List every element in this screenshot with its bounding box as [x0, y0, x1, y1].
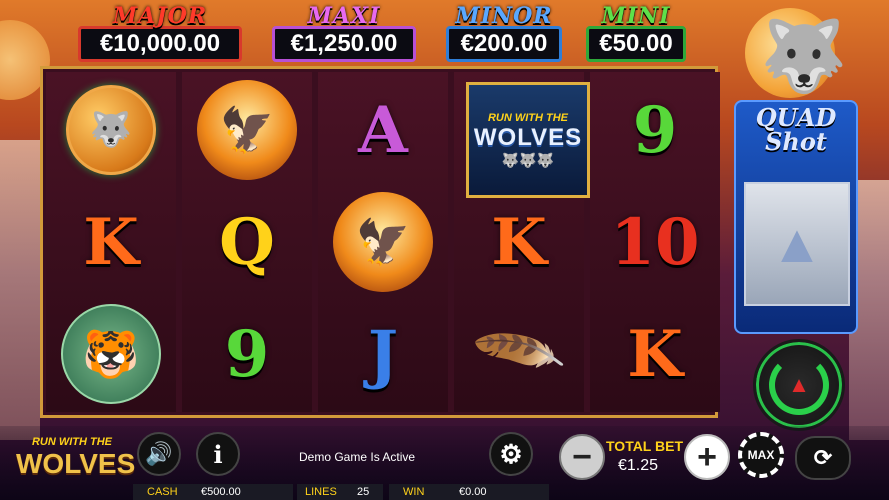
howling-wolf-icon: 🐺 — [760, 17, 848, 95]
ainsworth-logo-icon: ▲ — [770, 214, 824, 274]
symbol-king: K — [56, 190, 166, 294]
symbol-nine: 9 — [192, 302, 302, 406]
wolves-running-icon: 🐺🐺🐺 — [501, 151, 555, 168]
ten-letter: 10 — [610, 204, 700, 280]
quad-shot-title-line2: Shot — [765, 127, 827, 156]
increase-bet-button[interactable]: + — [684, 434, 730, 480]
jackpot-mini: MINI €50.00 — [586, 3, 686, 62]
jackpot-minor-value: €200.00 — [446, 26, 562, 62]
quad-shot-reel-window: ▲ — [744, 182, 850, 306]
sound-toggle-button[interactable]: 🔊 — [137, 432, 181, 476]
jack-letter: J — [367, 316, 399, 392]
autoplay-button[interactable]: ⟳ — [795, 436, 851, 480]
king-letter: K — [491, 204, 547, 280]
total-bet-label: TOTAL BET — [606, 438, 683, 454]
jackpot-major: MAJOR €10,000.00 — [78, 3, 242, 62]
autoplay-icon: ⟳ — [813, 445, 833, 470]
nine-letter: 9 — [224, 316, 270, 392]
reel-2: 🦅 Q 9 — [182, 72, 312, 412]
reel-1: 🐺 K 🐯 — [46, 72, 176, 412]
reel-5: 9 10 K — [590, 72, 720, 412]
lines-label: LINES — [305, 486, 337, 498]
symbol-wolf-coin: 🐺 — [56, 78, 166, 182]
quad-shot-title: QUAD Shot — [736, 106, 856, 154]
snowy-trees-left — [0, 140, 40, 440]
info-button[interactable]: i — [196, 432, 240, 476]
symbol-king-3: K — [600, 302, 710, 406]
symbol-ten: 10 — [600, 190, 710, 294]
cash-display: CASH €500.00 — [133, 484, 293, 500]
feather-icon: 🪶 — [469, 306, 569, 402]
cash-label: CASH — [147, 486, 178, 498]
max-bet-label: MAX — [747, 448, 775, 462]
jackpot-mini-value: €50.00 — [586, 26, 686, 62]
jackpot-mini-title: MINI — [601, 3, 671, 29]
wolf-coin-icon: 🐺 — [66, 85, 156, 175]
symbol-feather: 🪶 — [464, 302, 574, 406]
reel-grid: 🐺 K 🐯 🦅 Q 9 A 🦅 J RUN WITH THE WOLVES 🐺🐺… — [40, 66, 720, 418]
symbol-king-2: K — [464, 190, 574, 294]
jackpot-bar: MAJOR €10,000.00 MAXI €1,250.00 MINOR €2… — [40, 0, 720, 62]
symbol-jack: J — [328, 302, 438, 406]
jackpot-maxi-value: €1,250.00 — [272, 26, 416, 62]
symbol-logo: RUN WITH THE WOLVES 🐺🐺🐺 — [464, 78, 590, 198]
plus-icon: + — [697, 437, 717, 476]
logo-symbol-top: RUN WITH THE — [487, 111, 569, 124]
queen-letter: Q — [219, 204, 275, 280]
speaker-icon: 🔊 — [145, 441, 173, 466]
nine-letter: 9 — [632, 92, 678, 168]
max-bet-button[interactable]: MAX — [738, 432, 784, 478]
gear-icon: ⚙ — [499, 438, 523, 469]
spin-button[interactable]: ▲ — [753, 339, 845, 431]
win-value: €0.00 — [459, 486, 487, 498]
king-letter: K — [83, 204, 139, 280]
symbol-eagle: 🦅 — [192, 78, 302, 182]
info-icon: i — [213, 439, 223, 469]
jackpot-maxi: MAXI €1,250.00 — [272, 3, 416, 62]
game-logo-main: WOLVES — [16, 448, 136, 479]
jackpot-maxi-title: MAXI — [307, 3, 381, 29]
symbol-ace: A — [328, 78, 438, 182]
reel-3: A 🦅 J — [318, 72, 448, 412]
jackpot-major-value: €10,000.00 — [78, 26, 242, 62]
demo-status-text: Demo Game Is Active — [299, 450, 416, 464]
lines-display: LINES 25 — [297, 484, 383, 500]
symbol-lynx: 🐯 — [56, 302, 166, 406]
eagle-icon: 🦅 — [197, 80, 297, 180]
settings-button[interactable]: ⚙ — [489, 432, 533, 476]
game-logo-top: RUN WITH THE — [31, 436, 113, 448]
total-bet-value: €1.25 — [618, 457, 659, 474]
lynx-icon: 🐯 — [61, 304, 161, 404]
run-with-the-wolves-logo: RUN WITH THE WOLVES 🐺🐺🐺 — [466, 82, 590, 198]
jackpot-minor-title: MINOR — [455, 3, 553, 29]
minus-icon: − — [572, 437, 592, 476]
jackpot-major-title: MAJOR — [112, 3, 208, 29]
win-label: WIN — [403, 486, 425, 498]
decrease-bet-button[interactable]: − — [559, 434, 605, 480]
win-display: WIN €0.00 — [389, 484, 549, 500]
jackpot-minor: MINOR €200.00 — [446, 3, 562, 62]
cash-value: €500.00 — [201, 486, 241, 498]
king-letter: K — [627, 316, 683, 392]
symbol-eagle-2: 🦅 — [328, 190, 438, 294]
lines-value: 25 — [357, 486, 370, 498]
ace-letter: A — [358, 92, 408, 168]
spin-arrow-icon: ▲ — [769, 355, 829, 415]
logo-symbol-main: WOLVES — [473, 123, 583, 151]
symbol-queen: Q — [192, 190, 302, 294]
eagle-icon: 🦅 — [333, 192, 433, 292]
reel-4: RUN WITH THE WOLVES 🐺🐺🐺 K 🪶 — [454, 72, 590, 412]
game-logo: RUN WITH THE WOLVES — [16, 436, 136, 496]
symbol-nine-2: 9 — [600, 78, 710, 182]
quad-shot-panel: QUAD Shot ▲ — [734, 100, 858, 334]
